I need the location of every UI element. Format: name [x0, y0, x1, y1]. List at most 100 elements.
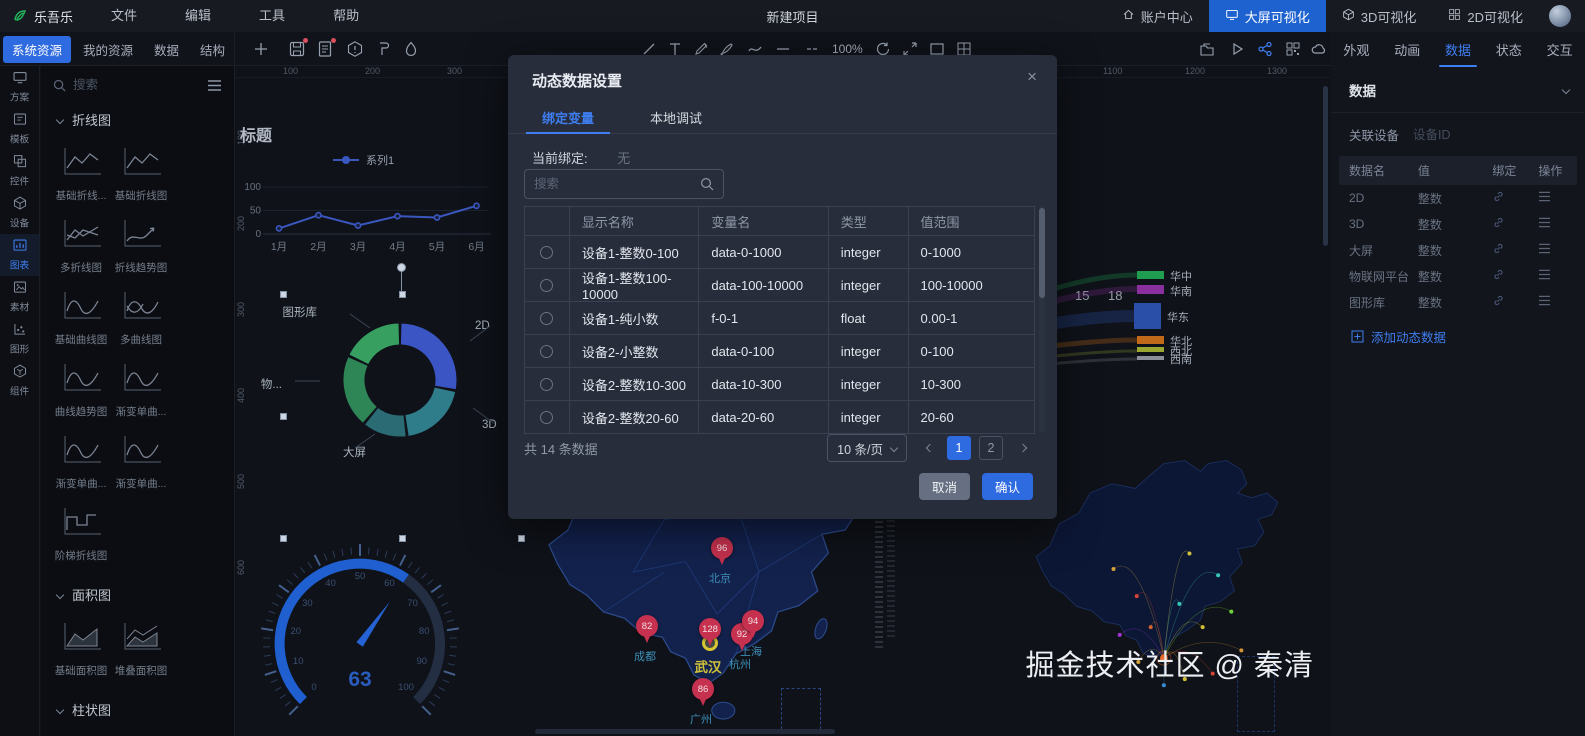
variable-row[interactable]: 设备1-整数100-10000 data-100-10000 integer 1… [525, 269, 1034, 302]
nav-monitor[interactable]: 大屏可视化 [1208, 0, 1326, 32]
library-section-header[interactable]: 面积图 [41, 571, 234, 608]
row-menu-icon[interactable] [1538, 191, 1567, 205]
variable-row[interactable]: 设备1-整数0-100 data-0-1000 integer 0-1000 [525, 236, 1034, 269]
row-menu-icon[interactable] [1538, 269, 1567, 283]
library-item[interactable]: 折线趋势图 [112, 217, 170, 275]
library-item[interactable]: 渐变单曲... [112, 361, 170, 419]
bind-link-icon[interactable] [1492, 190, 1538, 206]
resize-handle[interactable] [279, 412, 287, 420]
library-item[interactable]: 基础折线图 [112, 145, 170, 203]
add-dynamic-data-button[interactable]: 添加动态数据 [1351, 327, 1585, 346]
project-title[interactable]: 新建项目 [766, 7, 818, 26]
inspector-tab[interactable]: 状态 [1494, 33, 1524, 66]
variable-row[interactable]: 设备2-整数10-300 data-10-300 integer 10-300 [525, 368, 1034, 401]
resource-tab[interactable]: 结构 [191, 36, 234, 63]
radio-button[interactable] [540, 311, 554, 325]
resize-handle[interactable] [279, 290, 287, 298]
table-scrollbar-thumb[interactable] [1039, 208, 1045, 298]
format-brush-icon[interactable] [374, 40, 392, 58]
help-icon[interactable] [346, 40, 364, 58]
variable-row[interactable]: 设备2-小整数 data-0-100 integer 0-100 [525, 335, 1034, 368]
library-item[interactable]: 基础折线... [52, 145, 110, 203]
modal-tab[interactable]: 本地调试 [650, 101, 702, 133]
rail-item-screen[interactable]: 方案 [0, 66, 39, 108]
rail-item-component[interactable]: 组件 [0, 360, 39, 402]
variable-row[interactable]: 设备1-纯小数 f-0-1 float 0.00-1 [525, 302, 1034, 335]
prev-page-button[interactable] [917, 436, 939, 460]
qrcode-icon[interactable] [1284, 40, 1302, 58]
library-search-input[interactable] [73, 78, 163, 92]
cloud-icon[interactable] [1310, 40, 1328, 58]
library-section-header[interactable]: 柱状图 [41, 686, 234, 723]
save-icon[interactable] [288, 38, 308, 58]
variable-row[interactable]: 设备2-整数20-60 data-20-60 integer 20-60 [525, 401, 1034, 434]
nav-grid[interactable]: 2D可视化 [1432, 0, 1539, 32]
menu-item[interactable]: 帮助 [309, 0, 383, 32]
row-menu-icon[interactable] [1538, 243, 1567, 257]
avatar[interactable] [1549, 5, 1571, 27]
canvas-horizontal-scrollbar[interactable] [535, 729, 835, 734]
bind-link-icon[interactable] [1492, 268, 1538, 284]
preview-icon[interactable] [1228, 40, 1246, 58]
bind-link-icon[interactable] [1492, 216, 1538, 232]
menu-item[interactable]: 编辑 [161, 0, 235, 32]
rail-item-template[interactable]: 模板 [0, 108, 39, 150]
inspector-tab[interactable]: 外观 [1341, 33, 1371, 66]
zoom-level[interactable]: 100% [832, 42, 863, 56]
row-menu-icon[interactable] [1538, 295, 1567, 309]
canvas-vertical-scrollbar[interactable] [1323, 86, 1328, 246]
nav-cube[interactable]: 3D可视化 [1326, 0, 1433, 32]
bind-link-icon[interactable] [1492, 294, 1538, 310]
rail-item-device[interactable]: 设备 [0, 192, 39, 234]
export-icon[interactable] [316, 38, 336, 58]
cancel-button[interactable]: 取消 [918, 473, 970, 500]
library-item[interactable]: 基础曲线图 [52, 289, 110, 347]
resize-handle[interactable] [398, 290, 406, 298]
radio-button[interactable] [540, 245, 554, 259]
map-pin[interactable]: 82 [636, 615, 658, 644]
modal-search-input[interactable] [534, 177, 694, 191]
inspector-tab[interactable]: 交互 [1545, 33, 1575, 66]
bind-link-icon[interactable] [1492, 242, 1538, 258]
map-pin[interactable]: 128 [699, 618, 721, 647]
radio-button[interactable] [540, 377, 554, 391]
radio-button[interactable] [540, 278, 554, 292]
library-item[interactable]: 多曲线图 [112, 289, 170, 347]
library-item[interactable]: 渐变单曲... [52, 433, 110, 491]
next-page-button[interactable] [1013, 436, 1035, 460]
library-item[interactable]: 基础面积图 [52, 620, 110, 678]
clear-icon[interactable] [402, 40, 420, 58]
library-search[interactable] [53, 78, 199, 92]
app-logo[interactable]: 乐吾乐 [0, 7, 87, 26]
radio-button[interactable] [540, 410, 554, 424]
chart-legend[interactable]: 系列1 [333, 152, 394, 168]
page-number-button[interactable]: 1 [947, 436, 971, 460]
menu-item[interactable]: 文件 [87, 0, 161, 32]
device-id-input[interactable] [1413, 127, 1534, 142]
modal-search[interactable] [524, 169, 724, 199]
modal-tab[interactable]: 绑定变量 [525, 101, 611, 134]
rail-item-image[interactable]: 素材 [0, 276, 39, 318]
rail-item-chart[interactable]: 图表 [0, 234, 39, 276]
inspector-tab[interactable]: 动画 [1392, 33, 1422, 66]
data-section-header[interactable]: 数据 [1331, 66, 1585, 113]
map-pin[interactable]: 96 [711, 537, 733, 566]
menu-item[interactable]: 工具 [235, 0, 309, 32]
confirm-button[interactable]: 确认 [981, 473, 1033, 500]
inspector-tab[interactable]: 数据 [1438, 33, 1478, 67]
library-item[interactable]: 多折线图 [52, 217, 110, 275]
plus-icon[interactable] [252, 40, 270, 58]
resource-tab[interactable]: 系统资源 [3, 35, 72, 63]
library-item[interactable]: 阶梯折线图 [52, 505, 110, 563]
library-item[interactable]: 堆叠面积图 [112, 620, 170, 678]
rail-item-shape[interactable]: 图形 [0, 318, 39, 360]
library-item[interactable]: 渐变单曲... [112, 433, 170, 491]
page-number-button[interactable]: 2 [979, 436, 1003, 460]
lock-canvas-icon[interactable] [1198, 40, 1216, 58]
nav-home[interactable]: 账户中心 [1106, 0, 1209, 32]
list-view-icon[interactable] [207, 79, 222, 92]
radio-button[interactable] [540, 344, 554, 358]
map-pin[interactable]: 86 [692, 678, 714, 707]
resource-tab[interactable]: 我的资源 [74, 36, 142, 63]
library-section-header[interactable]: 折线图 [41, 96, 234, 133]
